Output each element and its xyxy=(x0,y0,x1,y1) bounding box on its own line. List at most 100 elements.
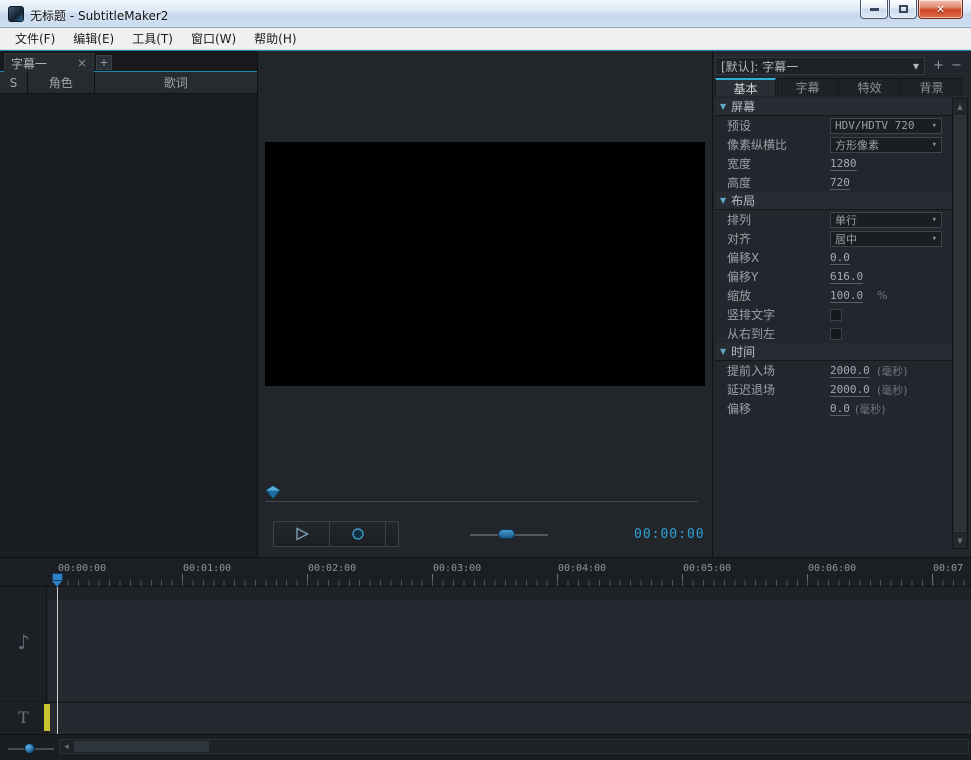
tab-background[interactable]: 背景 xyxy=(901,78,962,96)
property-row-pixel-ratio: 像素纵横比 方形像素 ▾ xyxy=(715,135,952,154)
minus-icon: − xyxy=(951,58,962,73)
ruler-label: 00:06:00 xyxy=(808,563,856,574)
property-row-width: 宽度 1280 xyxy=(715,154,952,173)
grid-header: S 角色 歌词 xyxy=(0,72,257,94)
chevron-down-icon: ▾ xyxy=(932,215,937,225)
track-header-column: ♪ T xyxy=(0,587,47,734)
menu-tools[interactable]: 工具(T) xyxy=(123,28,182,49)
close-button[interactable]: ✕ xyxy=(918,0,963,19)
property-row-time-offset: 偏移 0.0 (毫秒) xyxy=(715,399,952,418)
record-icon xyxy=(351,527,365,541)
scroll-down-button[interactable]: ▼ xyxy=(953,533,967,548)
music-track-lane[interactable] xyxy=(48,600,971,701)
horizontal-scrollbar-thumb[interactable] xyxy=(74,741,209,752)
text-track-lane[interactable] xyxy=(48,702,971,734)
maximize-button[interactable] xyxy=(889,0,917,19)
scroll-up-button[interactable]: ▲ xyxy=(953,99,967,114)
text-track-icon[interactable]: T xyxy=(0,702,47,734)
vertical-text-checkbox[interactable] xyxy=(830,309,842,321)
text-track-selection-marker[interactable] xyxy=(44,704,50,731)
app-icon xyxy=(8,6,24,22)
scrollbar-thumb[interactable] xyxy=(954,115,966,532)
subtitle-preset-select[interactable]: [默认]: 字幕一 ▾ xyxy=(715,57,925,75)
time-offset-field[interactable]: 0.0 xyxy=(830,402,850,416)
pixel-ratio-dropdown[interactable]: 方形像素 ▾ xyxy=(830,137,942,153)
property-row-offset-y: 偏移Y 616.0 xyxy=(715,267,952,286)
play-button[interactable] xyxy=(273,521,330,547)
tab-subtitle-1[interactable]: 字幕一 × xyxy=(4,53,94,72)
playhead-flag-body xyxy=(52,573,63,581)
section-header-layout[interactable]: ▼ 布局 xyxy=(715,192,952,210)
plus-icon: + xyxy=(933,58,944,73)
timeline-bottom-bar: ◂ xyxy=(0,734,971,760)
lead-in-field[interactable]: 2000.0 xyxy=(830,364,870,378)
property-row-offset-x: 偏移X 0.0 xyxy=(715,248,952,267)
scroll-left-button[interactable]: ◂ xyxy=(60,740,73,753)
transport-controls: 00:00:00 xyxy=(258,521,712,549)
time-offset-suffix: (毫秒) xyxy=(855,401,886,417)
volume-slider-handle[interactable] xyxy=(498,529,515,539)
add-preset-button[interactable]: + xyxy=(931,58,946,73)
collapse-arrow-icon: ▼ xyxy=(720,347,726,356)
window-controls: ✕ xyxy=(859,0,963,19)
chevron-down-icon: ▾ xyxy=(932,234,937,244)
section-header-screen[interactable]: ▼ 屏幕 xyxy=(715,98,952,116)
add-subtitle-tab-button[interactable]: + xyxy=(96,55,112,70)
property-row-height: 高度 720 xyxy=(715,173,952,192)
horizontal-scrollbar[interactable]: ◂ xyxy=(59,739,969,754)
collapse-arrow-icon: ▼ xyxy=(720,196,726,205)
rtl-checkbox[interactable] xyxy=(830,328,842,340)
vertical-scrollbar[interactable]: ▲ ▼ xyxy=(952,98,968,549)
menu-bar: 文件(F) 编辑(E) 工具(T) 窗口(W) 帮助(H) xyxy=(0,28,971,50)
grid-body-empty[interactable] xyxy=(0,94,257,557)
lag-out-field[interactable]: 2000.0 xyxy=(830,383,870,397)
timeline-ruler[interactable]: 00:00:00 00:01:00 00:02:00 00:03:00 00:0… xyxy=(0,558,971,587)
offset-x-field[interactable]: 0.0 xyxy=(830,251,850,265)
properties-body: ▼ 屏幕 预设 HDV/HDTV 720 ▾ 像素纵横比 方形像素 ▾ 宽度 1… xyxy=(715,98,952,549)
keyframe-track-line xyxy=(265,501,698,502)
preset-select-value: [默认]: 字幕一 xyxy=(721,58,798,75)
width-field[interactable]: 1280 xyxy=(830,157,857,171)
music-track-icon[interactable]: ♪ xyxy=(0,627,47,657)
chevron-down-icon: ▾ xyxy=(932,140,937,150)
height-field[interactable]: 720 xyxy=(830,176,850,190)
section-title: 时间 xyxy=(731,343,755,360)
zoom-slider-handle[interactable] xyxy=(24,743,35,754)
keyframe-diamond-icon[interactable] xyxy=(266,486,280,499)
properties-panel: [默认]: 字幕一 ▾ + − 基本 字幕 特效 背景 ▼ 屏幕 预设 HDV/… xyxy=(712,51,971,557)
property-row-preset: 预设 HDV/HDTV 720 ▾ xyxy=(715,116,952,135)
ruler-label: 00:03:00 xyxy=(433,563,481,574)
arrow-up-icon: ▲ xyxy=(957,103,962,111)
offset-y-field[interactable]: 616.0 xyxy=(830,270,863,284)
column-header-role: 角色 xyxy=(28,72,95,93)
section-header-time[interactable]: ▼ 时间 xyxy=(715,343,952,361)
menu-file[interactable]: 文件(F) xyxy=(6,28,64,49)
column-header-lyrics: 歌词 xyxy=(95,72,257,93)
lead-in-suffix: (毫秒) xyxy=(877,363,908,379)
arrange-dropdown[interactable]: 单行 ▾ xyxy=(830,212,942,228)
collapse-arrow-icon: ▼ xyxy=(720,102,726,111)
record-button[interactable] xyxy=(329,521,386,547)
remove-preset-button[interactable]: − xyxy=(949,58,964,73)
transport-more-button[interactable] xyxy=(385,521,399,547)
tab-effect[interactable]: 特效 xyxy=(839,78,900,96)
menu-help[interactable]: 帮助(H) xyxy=(245,28,305,49)
playhead-marker[interactable] xyxy=(52,573,63,587)
tab-subtitle[interactable]: 字幕 xyxy=(777,78,838,96)
ruler-label: 00:04:00 xyxy=(558,563,606,574)
ruler-label: 00:01:00 xyxy=(183,563,231,574)
section-title: 屏幕 xyxy=(731,98,755,115)
align-dropdown[interactable]: 居中 ▾ xyxy=(830,231,942,247)
tab-basic[interactable]: 基本 xyxy=(715,78,776,96)
application-window: 无标题 - SubtitleMaker2 ✕ 文件(F) 编辑(E) 工具(T)… xyxy=(0,0,971,760)
tab-close-icon[interactable]: × xyxy=(77,57,87,69)
arrow-down-icon: ▼ xyxy=(957,537,962,545)
menu-edit[interactable]: 编辑(E) xyxy=(64,28,123,49)
chevron-down-icon: ▾ xyxy=(932,121,937,131)
chevron-down-icon: ▾ xyxy=(913,59,919,73)
scale-field[interactable]: 100.0 xyxy=(830,289,863,303)
section-title: 布局 xyxy=(731,192,755,209)
menu-window[interactable]: 窗口(W) xyxy=(182,28,245,49)
preset-dropdown[interactable]: HDV/HDTV 720 ▾ xyxy=(830,118,942,134)
minimize-button[interactable] xyxy=(860,0,888,19)
